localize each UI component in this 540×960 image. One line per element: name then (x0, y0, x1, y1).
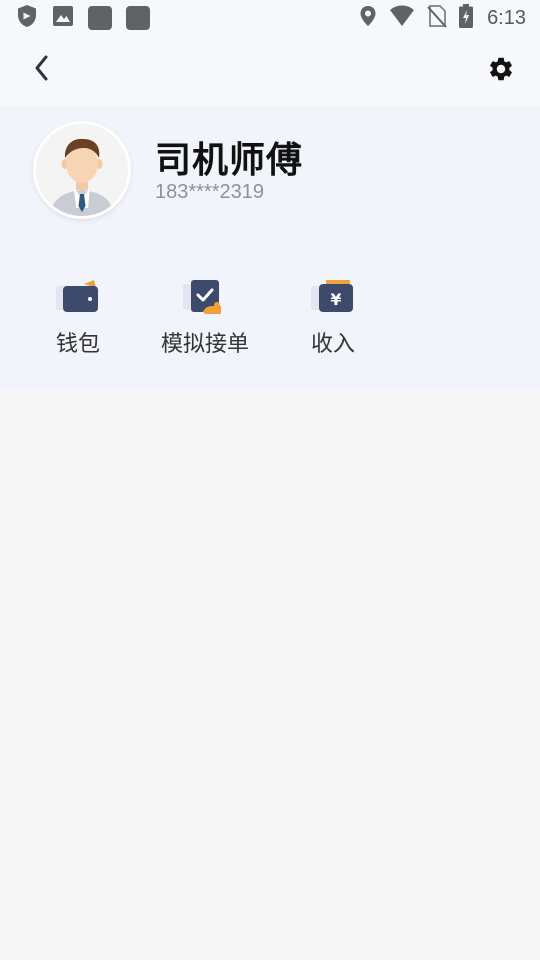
menu-item-simulate-order[interactable]: 模拟接单 (150, 276, 260, 366)
status-time: 6:13 (487, 6, 526, 29)
app-square-icon (88, 6, 112, 30)
app-square-icon (126, 6, 150, 30)
profile-section: 司机师傅 183****2319 钱包 模拟接单 ¥ 收入 (0, 106, 540, 390)
driver-name: 司机师傅 (155, 140, 304, 181)
status-bar: 6:13 (0, 0, 540, 36)
back-button[interactable] (22, 50, 62, 90)
status-left (16, 4, 150, 32)
menu-item-wallet[interactable]: 钱包 (23, 276, 133, 366)
avatar[interactable] (36, 124, 128, 216)
image-icon (52, 5, 74, 31)
battery-charging-icon (459, 4, 474, 32)
driver-phone: 183****2319 (155, 181, 264, 203)
menu-item-label: 收入 (310, 332, 355, 357)
income-icon: ¥ (309, 278, 357, 318)
content-area (0, 390, 540, 960)
menu-item-income[interactable]: ¥ 收入 (278, 276, 388, 366)
location-icon (359, 5, 377, 31)
wallet-icon (54, 278, 102, 318)
chevron-left-icon (32, 54, 52, 86)
status-right: 6:13 (359, 4, 526, 32)
toolbar (0, 36, 540, 106)
no-sim-icon (427, 4, 447, 32)
gear-icon (487, 55, 515, 87)
svg-text:¥: ¥ (330, 290, 341, 309)
quick-menu: 钱包 模拟接单 ¥ 收入 (0, 276, 540, 366)
simulate-order-icon (181, 278, 229, 318)
menu-item-label: 钱包 (55, 332, 100, 357)
shield-icon (16, 4, 38, 32)
settings-button[interactable] (482, 52, 520, 90)
driver-avatar-icon (36, 124, 128, 216)
menu-item-label: 模拟接单 (160, 332, 249, 357)
wifi-icon (389, 5, 415, 31)
